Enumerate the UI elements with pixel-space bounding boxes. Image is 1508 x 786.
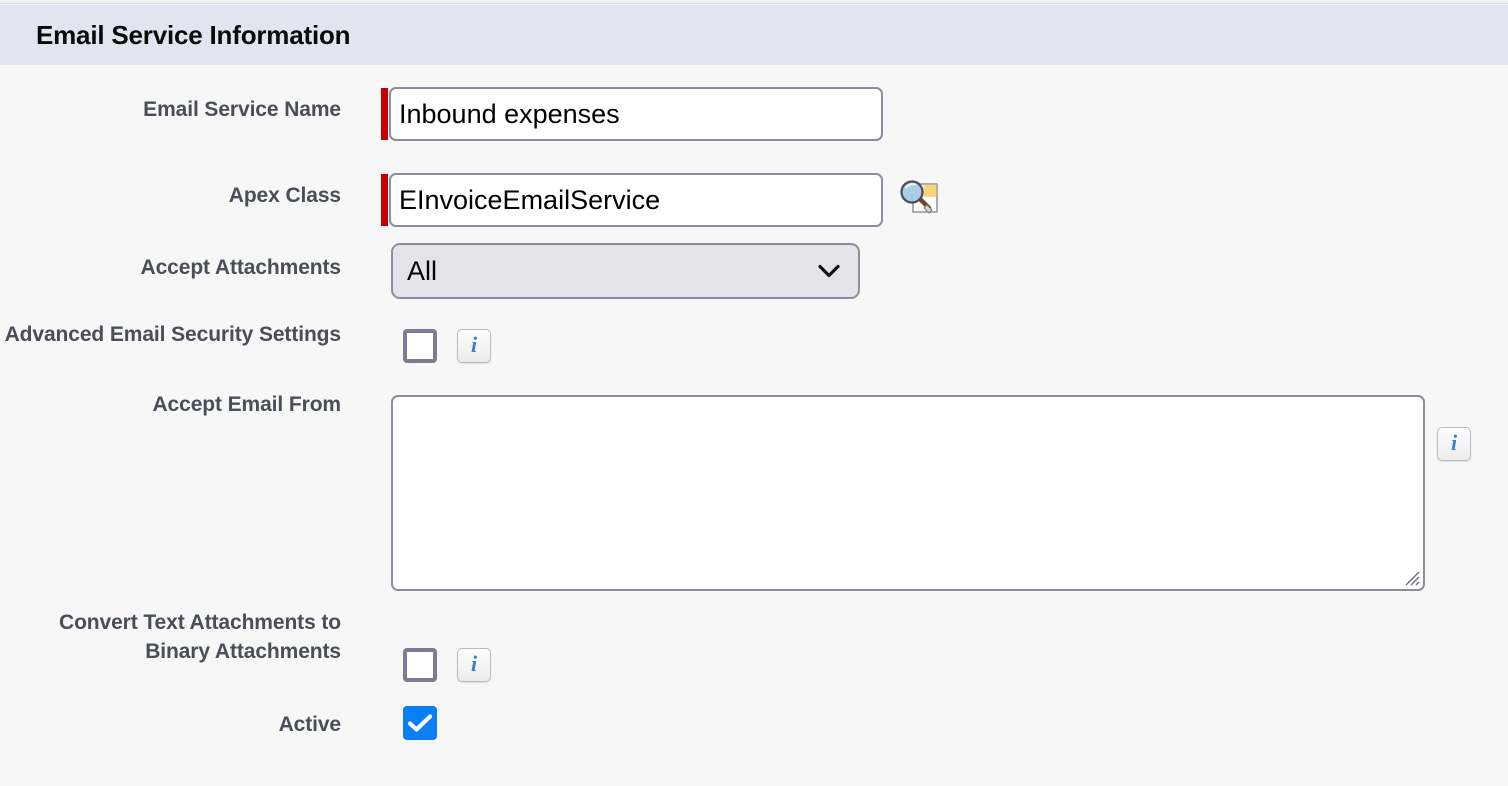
- top-divider: [0, 0, 1508, 4]
- label-accept-email-from: Accept Email From: [152, 393, 341, 416]
- section-header: Email Service Information: [0, 5, 1508, 65]
- checkmark-icon: [407, 714, 433, 732]
- info-icon-convert-text-attachments[interactable]: i: [457, 648, 491, 682]
- info-icon-advanced-email-security-settings[interactable]: i: [457, 329, 491, 363]
- accept-attachments-selected-value: All: [407, 255, 438, 286]
- convert-text-attachments-checkbox[interactable]: [403, 648, 437, 682]
- resize-handle[interactable]: [1400, 566, 1420, 586]
- email-service-name-input[interactable]: [389, 87, 883, 141]
- active-checkbox[interactable]: [403, 706, 437, 740]
- info-icon-glyph: i: [470, 651, 478, 676]
- label-apex-class: Apex Class: [228, 184, 341, 207]
- required-marker-email-service-name: [381, 88, 388, 140]
- lookup-search-icon[interactable]: [898, 179, 940, 219]
- apex-class-input[interactable]: [389, 173, 883, 227]
- label-convert-text-attachments: Convert Text Attachments to Binary Attac…: [59, 611, 341, 663]
- label-advanced-email-security-settings: Advanced Email Security Settings: [4, 323, 342, 346]
- advanced-email-security-settings-checkbox[interactable]: [403, 329, 437, 363]
- info-icon-accept-email-from[interactable]: i: [1437, 427, 1471, 461]
- info-icon-glyph: i: [1450, 430, 1458, 455]
- page-title: Email Service Information: [36, 20, 351, 50]
- required-marker-apex-class: [381, 174, 388, 226]
- label-active: Active: [278, 713, 342, 736]
- info-icon-glyph: i: [470, 332, 478, 357]
- chevron-down-icon: [818, 264, 840, 278]
- accept-attachments-select-box[interactable]: All: [391, 243, 860, 299]
- email-service-information-page: Email Service Information Email Service …: [0, 0, 1508, 786]
- accept-email-from-textarea[interactable]: [391, 395, 1425, 591]
- accept-attachments-select[interactable]: All: [391, 243, 860, 299]
- label-accept-attachments: Accept Attachments: [140, 256, 342, 279]
- label-email-service-name: Email Service Name: [143, 98, 341, 121]
